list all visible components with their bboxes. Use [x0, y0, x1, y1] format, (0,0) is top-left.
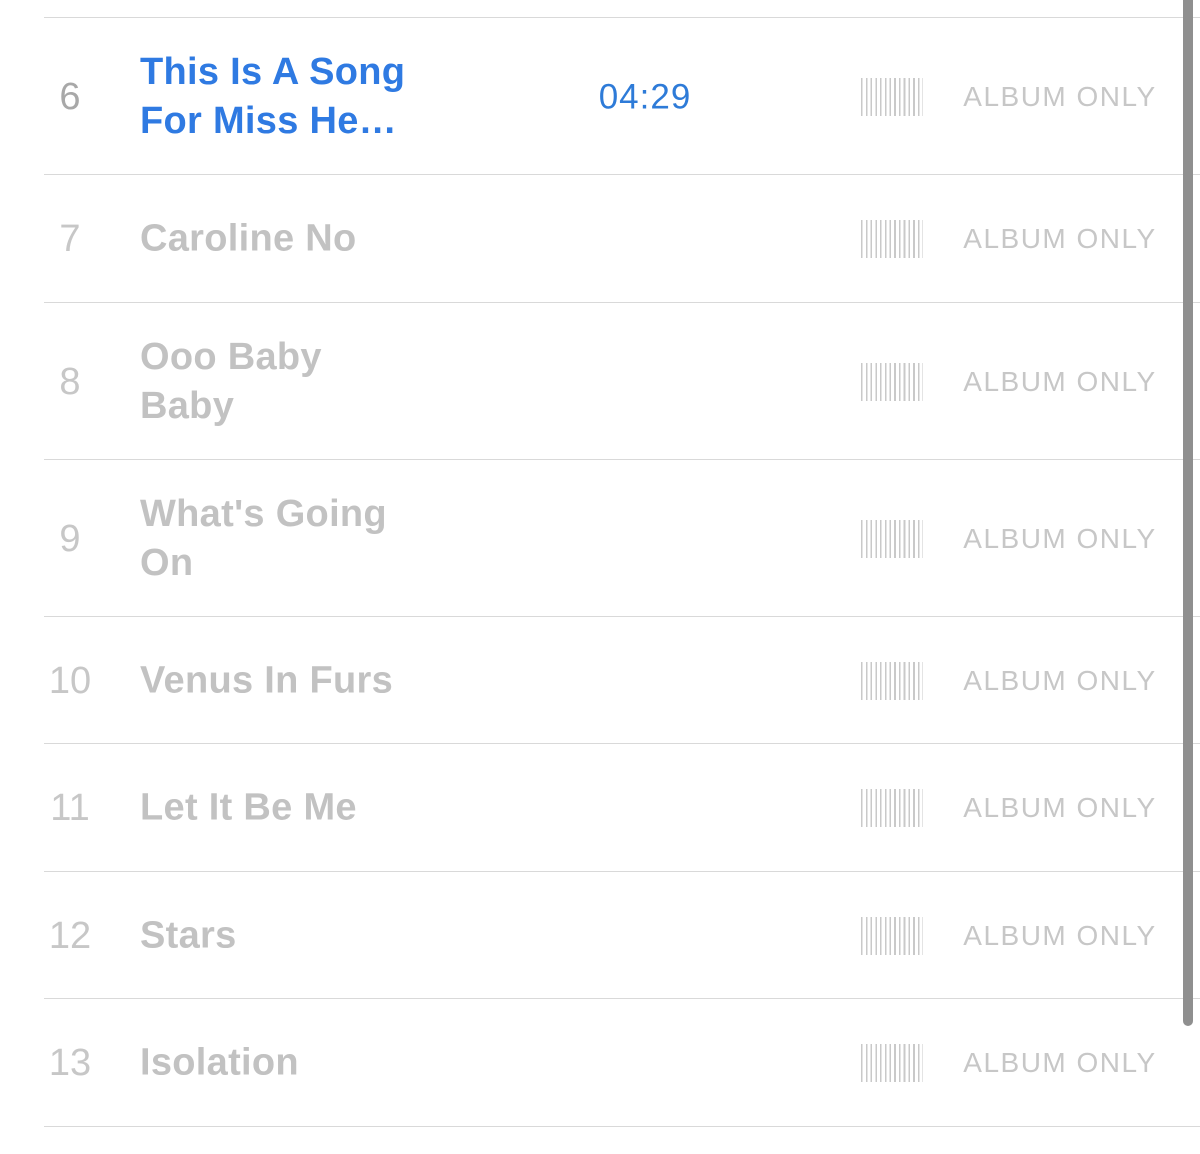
album-only-label: ALBUM ONLY — [963, 522, 1157, 554]
track-title[interactable]: Let It Be Me — [140, 784, 440, 833]
album-only-label: ALBUM ONLY — [963, 223, 1157, 254]
track-duration: 04:29 — [598, 77, 692, 116]
track-title[interactable]: Isolation — [140, 1039, 440, 1088]
track-number: 12 — [48, 914, 92, 957]
track-row[interactable]: 10 Venus In Furs ALBUM ONLY — [0, 617, 1200, 744]
track-row[interactable]: 9 What's Going On ALBUM ONLY — [0, 460, 1200, 617]
waveform-icon[interactable] — [861, 1044, 923, 1082]
track-title[interactable]: Stars — [140, 911, 440, 960]
waveform-icon[interactable] — [861, 789, 923, 827]
track-title[interactable]: What's Going On — [140, 490, 410, 588]
album-only-label: ALBUM ONLY — [963, 365, 1157, 397]
waveform-icon[interactable] — [861, 220, 923, 258]
divider — [44, 1126, 1200, 1127]
track-number: 11 — [50, 787, 90, 829]
track-list: 6 This Is A Song For Miss He… 04:29 ALBU… — [0, 0, 1200, 1154]
waveform-icon[interactable] — [861, 519, 923, 558]
waveform-icon[interactable] — [861, 916, 923, 955]
track-number: 6 — [59, 75, 81, 118]
track-title[interactable]: This Is A Song For Miss He… — [140, 48, 420, 146]
waveform-icon[interactable] — [861, 661, 923, 700]
scrollbar[interactable] — [1183, 0, 1193, 1026]
album-only-label: ALBUM ONLY — [963, 792, 1157, 823]
track-row[interactable]: 13 Isolation ALBUM ONLY — [0, 999, 1200, 1127]
track-row[interactable]: 12 Stars ALBUM ONLY — [0, 872, 1200, 999]
album-only-label: ALBUM ONLY — [963, 664, 1157, 696]
track-number: 9 — [59, 517, 81, 560]
track-row[interactable]: 7 Caroline No ALBUM ONLY — [0, 175, 1200, 303]
album-only-label: ALBUM ONLY — [963, 1047, 1157, 1078]
waveform-icon[interactable] — [861, 362, 923, 401]
track-title[interactable]: Venus In Furs — [140, 656, 440, 705]
waveform-icon[interactable] — [861, 77, 923, 116]
track-row[interactable]: 11 Let It Be Me ALBUM ONLY — [0, 744, 1200, 872]
track-number: 8 — [59, 360, 81, 403]
track-row[interactable]: 6 This Is A Song For Miss He… 04:29 ALBU… — [0, 18, 1200, 175]
track-title[interactable]: Ooo Baby Baby — [140, 333, 340, 431]
track-number: 10 — [48, 659, 92, 702]
album-only-label: ALBUM ONLY — [963, 919, 1157, 951]
track-number: 13 — [48, 1042, 92, 1084]
track-row[interactable]: 8 Ooo Baby Baby ALBUM ONLY — [0, 303, 1200, 460]
track-title[interactable]: Caroline No — [140, 215, 440, 264]
album-only-label: ALBUM ONLY — [963, 80, 1157, 112]
track-number: 7 — [59, 218, 81, 260]
